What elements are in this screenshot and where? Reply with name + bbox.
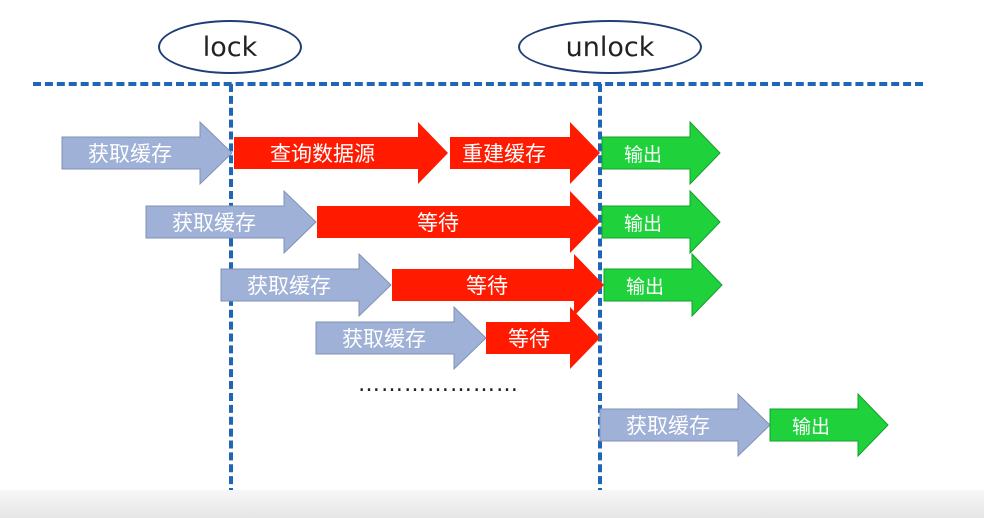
arrow-label: 等待 [508,327,550,351]
arrow-label: 等待 [466,274,508,298]
unlock-marker: unlock [518,20,702,74]
fetch-cache-arrow: 获取缓存 [145,189,317,255]
fetch-cache-arrow: 获取缓存 [315,305,487,371]
wait-arrow: 等待 [486,307,600,369]
fetch-cache-arrow: 获取缓存 [599,392,771,458]
bottom-strip [0,490,984,518]
unlock-label: unlock [565,31,655,63]
arrow-label: 查询数据源 [270,142,375,166]
query-datasource-arrow: 查询数据源 [234,122,448,184]
arrow-label: 获取缓存 [247,274,331,298]
arrow-label: 获取缓存 [88,142,172,166]
rebuild-cache-arrow: 重建缓存 [450,122,600,184]
arrow-label: 获取缓存 [342,327,426,351]
lock-marker: lock [158,20,302,74]
arrow-label: 输出 [624,212,663,235]
wait-arrow: 等待 [317,191,600,253]
timeline-horizontal-dashed-line [33,82,923,86]
output-arrow: 输出 [769,392,889,458]
arrow-label: 输出 [624,143,663,166]
arrow-label: 输出 [626,275,665,298]
arrow-label: 重建缓存 [462,142,546,166]
arrow-label: 等待 [417,211,459,235]
output-arrow: 输出 [601,120,721,186]
output-arrow: 输出 [603,252,723,318]
fetch-cache-arrow: 获取缓存 [61,120,233,186]
output-arrow: 输出 [601,189,721,255]
ellipsis: ………………… [358,372,519,397]
arrow-label: 获取缓存 [626,414,710,438]
arrow-label: 输出 [792,415,831,438]
arrow-label: 获取缓存 [172,211,256,235]
lock-label: lock [202,31,258,63]
